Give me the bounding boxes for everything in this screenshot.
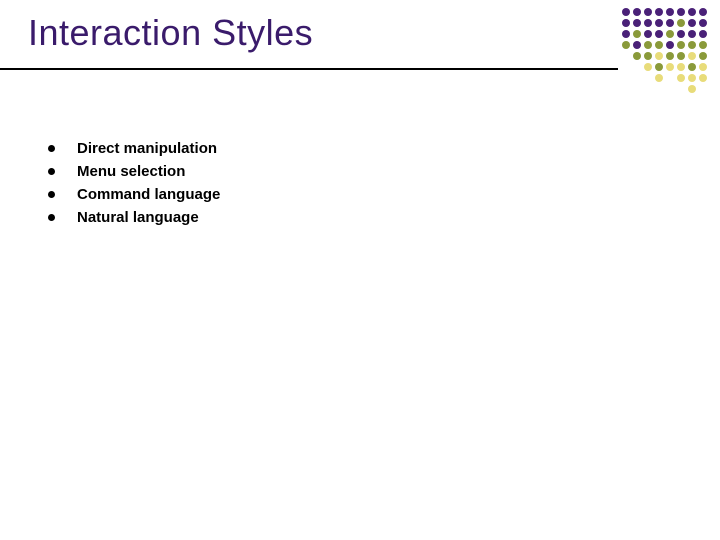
- bullet-text: Command language: [77, 186, 220, 203]
- list-item: Command language: [48, 186, 220, 203]
- list-item: Menu selection: [48, 163, 220, 180]
- bullet-icon: [48, 214, 55, 221]
- bullet-list: Direct manipulation Menu selection Comma…: [48, 140, 220, 232]
- bullet-icon: [48, 145, 55, 152]
- slide-title: Interaction Styles: [28, 12, 313, 54]
- title-underline: [0, 68, 618, 70]
- bullet-text: Direct manipulation: [77, 140, 217, 157]
- list-item: Natural language: [48, 209, 220, 226]
- bullet-text: Natural language: [77, 209, 199, 226]
- decoration-dots: [622, 8, 708, 94]
- list-item: Direct manipulation: [48, 140, 220, 157]
- bullet-text: Menu selection: [77, 163, 185, 180]
- bullet-icon: [48, 191, 55, 198]
- bullet-icon: [48, 168, 55, 175]
